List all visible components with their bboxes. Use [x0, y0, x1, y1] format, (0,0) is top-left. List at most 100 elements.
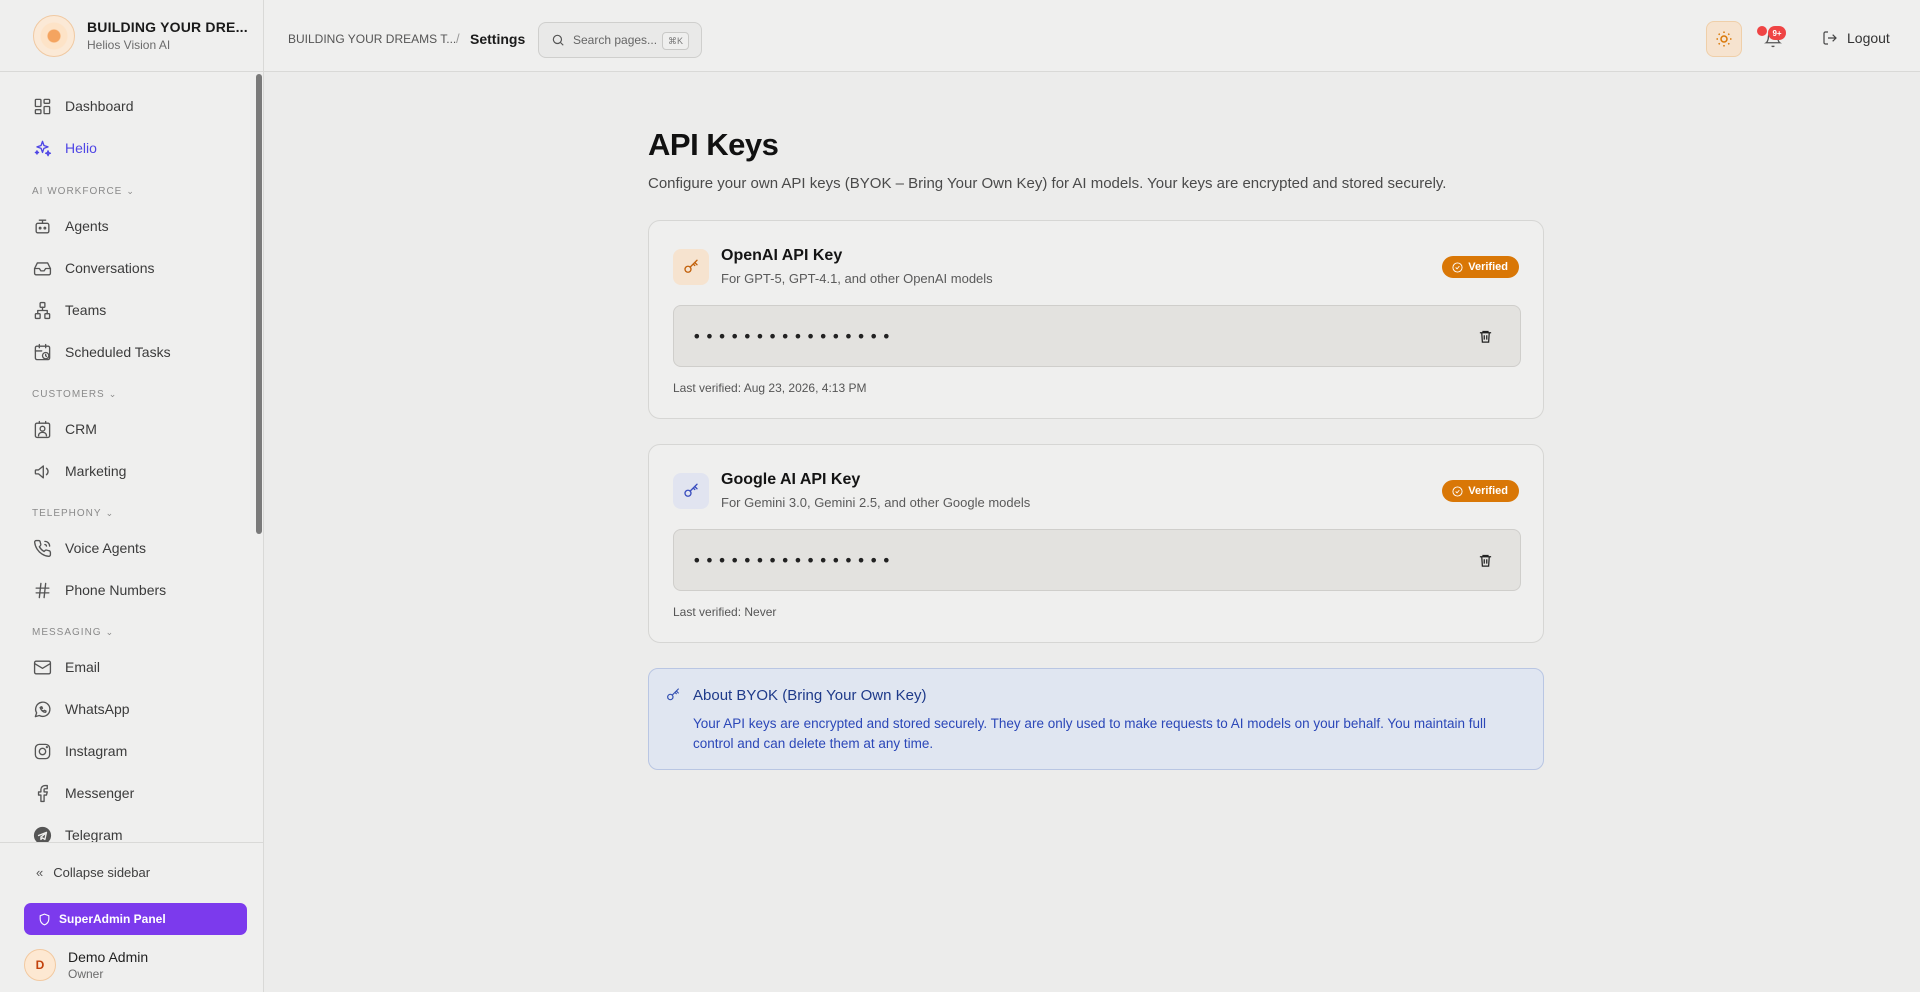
delete-key-button[interactable]: [1474, 549, 1496, 571]
sidebar-nav: Dashboard Helio AI WORKFORCE ⌄ Agents Con…: [0, 72, 258, 842]
sidebar-item-scheduled-tasks[interactable]: Scheduled Tasks: [20, 334, 244, 370]
sidebar-item-label: Phone Numbers: [65, 582, 167, 598]
info-title: About BYOK (Bring Your Own Key): [693, 687, 927, 704]
check-circle-icon: [1452, 485, 1463, 497]
last-verified-text: Last verified: Aug 23, 2026, 4:13 PM: [673, 381, 867, 395]
sidebar-item-instagram[interactable]: Instagram: [20, 733, 244, 769]
sidebar-item-label: Messenger: [65, 785, 135, 801]
sidebar-item-teams[interactable]: Teams: [20, 292, 244, 328]
sidebar-item-label: Telegram: [65, 827, 123, 842]
collapse-sidebar-label: Collapse sidebar: [53, 865, 151, 880]
card-subtitle: For Gemini 3.0, Gemini 2.5, and other Go…: [721, 495, 1031, 510]
superadmin-panel-label: SuperAdmin Panel: [59, 912, 166, 926]
section-messaging[interactable]: MESSAGING ⌄: [32, 627, 114, 638]
brand-subtitle: Helios Vision AI: [87, 38, 171, 52]
api-key-field[interactable]: ••••••••••••••••: [673, 305, 1521, 367]
theme-toggle-button[interactable]: [1706, 21, 1742, 57]
card-title: Google AI API Key: [721, 471, 861, 488]
sidebar-scrollbar[interactable]: [256, 74, 262, 534]
sidebar-item-label: CRM: [65, 421, 97, 437]
masked-key-value: ••••••••••••••••: [692, 550, 895, 570]
sidebar-item-label: Teams: [65, 302, 107, 318]
logout-icon: [1823, 31, 1837, 45]
avatar: D: [24, 949, 56, 981]
trash-icon: [1479, 554, 1491, 567]
sidebar-item-messenger[interactable]: Messenger: [20, 775, 244, 811]
instagram-icon: [32, 741, 52, 761]
sidebar: BUILDING YOUR DRE... Helios Vision AI Da…: [0, 0, 264, 992]
section-label: CUSTOMERS: [32, 389, 105, 400]
section-ai-workforce[interactable]: AI WORKFORCE ⌄: [32, 186, 135, 197]
page-title: API Keys: [648, 127, 779, 162]
google-key-card: Google AI API Key For Gemini 3.0, Gemini…: [648, 444, 1544, 643]
sidebar-item-label: Helio: [65, 140, 97, 156]
byok-info-box: About BYOK (Bring Your Own Key) Your API…: [648, 668, 1544, 770]
sidebar-item-email[interactable]: Email: [20, 649, 244, 685]
phone-call-icon: [32, 538, 52, 558]
chevron-down-icon: ⌄: [126, 186, 135, 196]
breadcrumb-separator: /: [456, 31, 460, 46]
masked-key-value: ••••••••••••••••: [692, 326, 895, 346]
sidebar-item-label: Dashboard: [65, 98, 134, 114]
sidebar-item-label: Agents: [65, 218, 109, 234]
sparkles-icon: [32, 138, 52, 158]
brand-header[interactable]: BUILDING YOUR DRE... Helios Vision AI: [0, 0, 264, 72]
openai-key-card: OpenAI API Key For GPT-5, GPT-4.1, and o…: [648, 220, 1544, 419]
sidebar-item-label: WhatsApp: [65, 701, 130, 717]
facebook-icon: [32, 783, 52, 803]
sidebar-item-agents[interactable]: Agents: [20, 208, 244, 244]
sidebar-item-crm[interactable]: CRM: [20, 411, 244, 447]
trash-icon: [1479, 330, 1491, 343]
api-key-field[interactable]: ••••••••••••••••: [673, 529, 1521, 591]
breadcrumb-current: Settings: [470, 31, 526, 47]
notifications-button[interactable]: 9+: [1757, 24, 1788, 54]
section-label: TELEPHONY: [32, 508, 102, 519]
sidebar-item-label: Marketing: [65, 463, 127, 479]
notification-dot: [1757, 26, 1767, 36]
notification-count-badge: 9+: [1768, 26, 1786, 40]
user-name: Demo Admin: [68, 949, 149, 965]
key-icon: [673, 249, 709, 285]
chevron-down-icon: ⌄: [108, 389, 118, 399]
logout-button[interactable]: Logout: [1822, 30, 1890, 46]
section-telephony[interactable]: TELEPHONY ⌄: [32, 508, 114, 519]
dashboard-icon: [32, 96, 52, 116]
bot-icon: [32, 216, 52, 236]
contact-icon: [32, 419, 52, 439]
sidebar-item-label: Conversations: [65, 260, 155, 276]
sidebar-item-marketing[interactable]: Marketing: [20, 453, 244, 489]
superadmin-panel-button[interactable]: SuperAdmin Panel: [24, 903, 247, 935]
info-body: Your API keys are encrypted and stored s…: [693, 716, 1486, 751]
shield-icon: [39, 913, 50, 926]
sidebar-item-conversations[interactable]: Conversations: [20, 250, 244, 286]
breadcrumb-parent[interactable]: BUILDING YOUR DREAMS T...: [288, 32, 456, 46]
check-circle-icon: [1452, 261, 1463, 273]
verified-badge: Verified: [1442, 480, 1519, 502]
user-role: Owner: [68, 967, 104, 981]
telegram-icon: [32, 825, 52, 842]
sidebar-item-dashboard[interactable]: Dashboard: [20, 88, 244, 124]
calendar-clock-icon: [32, 342, 52, 362]
search-icon: [552, 34, 564, 46]
user-profile[interactable]: D Demo Admin Owner: [24, 949, 148, 981]
sidebar-item-label: Instagram: [65, 743, 128, 759]
sidebar-item-helio[interactable]: Helio: [20, 130, 244, 166]
card-title: OpenAI API Key: [721, 247, 843, 264]
verified-label: Verified: [1468, 485, 1508, 497]
search-placeholder: Search pages...: [573, 33, 658, 47]
section-customers[interactable]: CUSTOMERS ⌄: [32, 389, 117, 400]
mail-icon: [32, 657, 52, 677]
delete-key-button[interactable]: [1474, 325, 1496, 347]
search-input[interactable]: Search pages... ⌘K: [538, 22, 702, 58]
collapse-sidebar-button[interactable]: « Collapse sidebar: [36, 865, 150, 880]
sidebar-item-label: Scheduled Tasks: [65, 344, 171, 360]
logout-label: Logout: [1847, 30, 1890, 46]
inbox-icon: [32, 258, 52, 278]
sidebar-item-voice-agents[interactable]: Voice Agents: [20, 530, 244, 566]
chevrons-left-icon: «: [36, 865, 44, 880]
network-icon: [32, 300, 52, 320]
sidebar-item-phone-numbers[interactable]: Phone Numbers: [20, 572, 244, 608]
section-label: AI WORKFORCE: [32, 186, 123, 197]
sidebar-item-telegram[interactable]: Telegram: [20, 817, 244, 842]
sidebar-item-whatsapp[interactable]: WhatsApp: [20, 691, 244, 727]
